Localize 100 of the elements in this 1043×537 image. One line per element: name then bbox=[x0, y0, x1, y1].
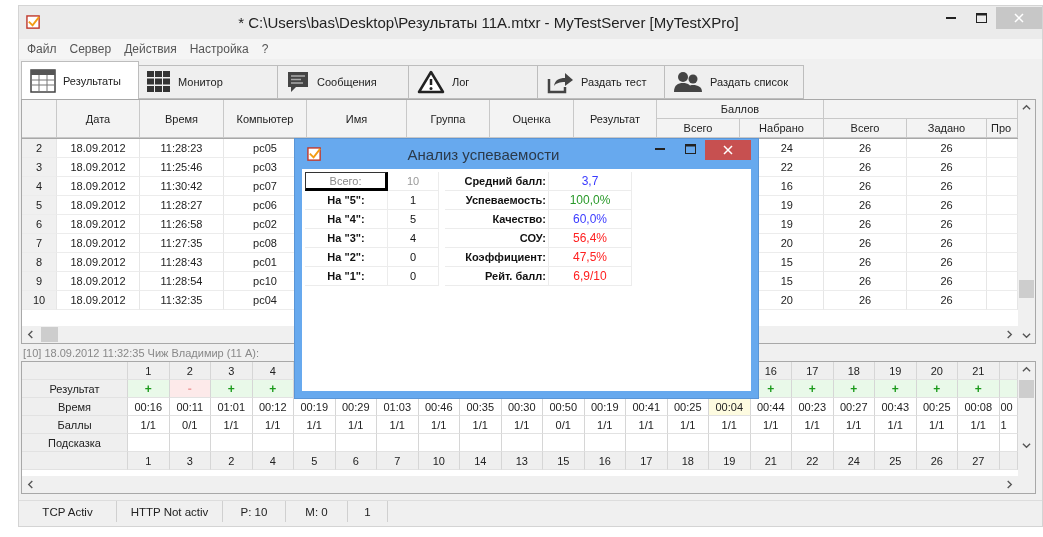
table-cell: 13 bbox=[501, 452, 543, 470]
stat-value: 0 bbox=[388, 248, 439, 267]
table-cell: 18.09.2012 bbox=[57, 253, 140, 272]
column-header: 21 bbox=[958, 362, 1000, 380]
table-cell: 26 bbox=[907, 158, 987, 177]
table-cell: 26 bbox=[907, 177, 987, 196]
menu-item[interactable]: Файл bbox=[27, 42, 57, 56]
scrollbar-thumb[interactable] bbox=[41, 327, 58, 342]
table-cell: 5 bbox=[294, 452, 336, 470]
horizontal-scrollbar[interactable] bbox=[22, 476, 1018, 493]
table-cell: 10 bbox=[418, 452, 460, 470]
stat-value: 1 bbox=[388, 191, 439, 210]
table-cell: 1/1 bbox=[833, 416, 875, 434]
stat-label: На "2": bbox=[305, 248, 388, 267]
scrollbar-thumb[interactable] bbox=[1019, 380, 1034, 398]
tab[interactable]: Результаты bbox=[21, 61, 139, 99]
table-cell: 26 bbox=[907, 139, 987, 158]
stat-value: 56,4% bbox=[549, 229, 632, 248]
result-cell: - bbox=[169, 380, 211, 398]
table-cell: 11:32:35 bbox=[140, 291, 224, 310]
result-cell: + bbox=[211, 380, 253, 398]
down-caret-icon bbox=[1022, 441, 1031, 450]
table-cell: 0/1 bbox=[543, 416, 585, 434]
scrollbar-thumb[interactable] bbox=[1019, 280, 1034, 298]
table-cell: 1/1 bbox=[626, 416, 668, 434]
tab[interactable]: Лог bbox=[408, 65, 538, 99]
table-cell: 26 bbox=[824, 215, 907, 234]
table-cell: 26 bbox=[907, 253, 987, 272]
stat-value: 5 bbox=[388, 210, 439, 229]
stat-value: 3,7 bbox=[549, 172, 632, 191]
table-cell: 19 bbox=[709, 452, 751, 470]
table-cell: 00:23 bbox=[792, 398, 834, 416]
table-icon bbox=[30, 68, 56, 93]
result-cell: + bbox=[128, 380, 170, 398]
table-cell: 3 bbox=[169, 452, 211, 470]
close-icon bbox=[1014, 12, 1024, 23]
users-icon bbox=[673, 70, 703, 94]
result-cell: + bbox=[958, 380, 1000, 398]
table-cell: 26 bbox=[824, 196, 907, 215]
table-cell: 00:25 bbox=[916, 398, 958, 416]
stat-value: 6,9/10 bbox=[549, 267, 632, 286]
tab[interactable]: Монитор bbox=[138, 65, 278, 99]
vertical-scrollbar[interactable] bbox=[1018, 362, 1035, 493]
grid-icon bbox=[147, 71, 171, 93]
stat-label: На "3": bbox=[305, 229, 388, 248]
table-cell: 24 bbox=[833, 452, 875, 470]
table-cell: 00:27 bbox=[833, 398, 875, 416]
table-cell: 18.09.2012 bbox=[57, 177, 140, 196]
table-cell: 6 bbox=[335, 452, 377, 470]
table-cell: 1/1 bbox=[418, 416, 460, 434]
toolbar-button[interactable]: Раздать список bbox=[664, 65, 804, 99]
table-cell: 18.09.2012 bbox=[57, 215, 140, 234]
table-cell: 15 bbox=[543, 452, 585, 470]
status-item: M: 0 bbox=[286, 501, 348, 522]
column-header: 17 bbox=[792, 362, 834, 380]
stat-label: На "1": bbox=[305, 267, 388, 286]
menu-item[interactable]: Действия bbox=[124, 42, 177, 56]
table-cell: 1/1 bbox=[460, 416, 502, 434]
window-title: * C:\Users\bas\Desktop\Результаты 11А.mtxr - MyTestServer [MyTestXPro] bbox=[237, 14, 740, 31]
stat-value: 4 bbox=[388, 229, 439, 248]
row-number: 8 bbox=[22, 253, 57, 272]
right-caret-icon bbox=[1005, 330, 1014, 339]
table-cell: 18.09.2012 bbox=[57, 234, 140, 253]
row-number: 6 bbox=[22, 215, 57, 234]
table-cell: 00:11 bbox=[169, 398, 211, 416]
column-header: 2 bbox=[169, 362, 211, 380]
tab[interactable]: Сообщения bbox=[277, 65, 409, 99]
table-cell: 1/1 bbox=[377, 416, 419, 434]
menu-item[interactable]: Сервер bbox=[69, 42, 112, 56]
right-caret-icon bbox=[1005, 480, 1014, 489]
status-item: P: 10 bbox=[223, 501, 286, 522]
column-header: 1 bbox=[128, 362, 170, 380]
checkbox-icon bbox=[26, 15, 41, 30]
vertical-scrollbar[interactable] bbox=[1018, 100, 1035, 343]
table-cell: 18.09.2012 bbox=[57, 196, 140, 215]
warning-icon bbox=[417, 70, 445, 94]
table-cell: 1/1 bbox=[958, 416, 1000, 434]
table-cell: 1/1 bbox=[501, 416, 543, 434]
column-header: 19 bbox=[875, 362, 917, 380]
status-item: HTTP Not activ bbox=[117, 501, 223, 522]
toolbar-button[interactable]: Раздать тест bbox=[537, 65, 665, 99]
result-cell: + bbox=[252, 380, 294, 398]
stat-label: Рейт. балл: bbox=[445, 267, 549, 286]
share-icon bbox=[546, 70, 574, 94]
table-cell: 11:28:23 bbox=[140, 139, 224, 158]
stat-value: 60,0% bbox=[549, 210, 632, 229]
result-cell: + bbox=[875, 380, 917, 398]
table-cell: 11:28:43 bbox=[140, 253, 224, 272]
left-caret-icon bbox=[26, 330, 35, 339]
table-cell: 11:28:27 bbox=[140, 196, 224, 215]
menu-item[interactable]: ? bbox=[261, 42, 269, 56]
maximize-icon bbox=[975, 12, 987, 23]
close-icon bbox=[723, 145, 733, 155]
menu-item[interactable]: Настройка bbox=[189, 42, 249, 56]
stat-label: Всего: bbox=[305, 172, 388, 191]
column-header: Время bbox=[140, 100, 224, 138]
table-cell: 1/1 bbox=[916, 416, 958, 434]
column-header: Всего bbox=[824, 119, 907, 138]
table-cell: 00:43 bbox=[875, 398, 917, 416]
column-header: 4 bbox=[252, 362, 294, 380]
